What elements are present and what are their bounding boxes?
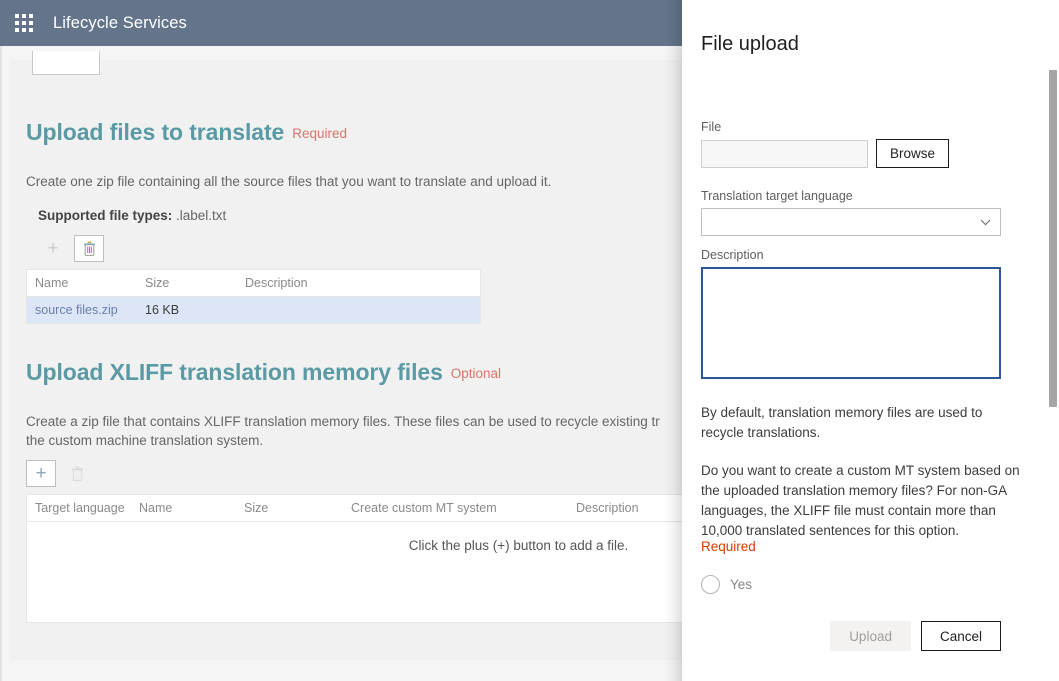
required-indicator: Required	[701, 539, 756, 554]
delete-file-button[interactable]	[74, 235, 104, 263]
grid-header-row: Name Size Description	[27, 270, 480, 298]
description-textarea[interactable]	[701, 267, 1001, 379]
file-field-label: File	[701, 120, 722, 134]
file-field-group: File Browse	[701, 120, 950, 168]
file-upload-panel: File upload File Browse Translation targ…	[682, 0, 1059, 681]
language-field-group: Translation target language	[701, 189, 1001, 236]
grid-source-files: Name Size Description source files.zip 1…	[26, 269, 481, 325]
cell-file-size: 16 KB	[145, 303, 180, 318]
translation-target-language-label: Translation target language	[701, 189, 853, 203]
column-header-size[interactable]: Size	[236, 501, 343, 515]
panel-action-buttons: Upload Cancel	[701, 621, 1001, 651]
app-root: Lifecycle Services Upload files to trans…	[0, 0, 1059, 681]
trash-icon	[83, 241, 95, 257]
radio-label-yes[interactable]: Yes	[730, 577, 752, 592]
add-xliff-file-button[interactable]: +	[26, 460, 56, 488]
column-header-description[interactable]: Description	[237, 276, 437, 290]
browse-button[interactable]: Browse	[876, 139, 950, 168]
delete-xliff-file-button	[62, 460, 92, 487]
section-title-text: Upload XLIFF translation memory files	[26, 359, 443, 385]
trash-icon	[71, 466, 83, 482]
page-scrollbar-thumb[interactable]	[1049, 70, 1057, 407]
cancel-button[interactable]: Cancel	[920, 621, 1001, 651]
description-field-group: Description	[701, 248, 1001, 379]
panel-drop-shadow	[664, 0, 682, 681]
column-header-name[interactable]: Name	[27, 276, 137, 290]
custom-mt-question-paragraph: Do you want to create a custom MT system…	[701, 463, 1020, 538]
table-row[interactable]: source files.zip 16 KB	[27, 297, 480, 324]
column-header-name[interactable]: Name	[131, 501, 236, 515]
translation-target-language-select[interactable]	[701, 208, 1001, 236]
file-path-input[interactable]	[701, 139, 868, 168]
description-field-label: Description	[701, 248, 764, 262]
left-edge-rule	[0, 46, 2, 681]
page-scrollbar-track[interactable]	[1045, 0, 1059, 681]
column-header-target-language[interactable]: Target language	[27, 501, 131, 515]
panel-title: File upload	[701, 33, 799, 55]
default-behaviour-paragraph: By default, translation memory files are…	[701, 405, 983, 440]
section-optional-tag: Optional	[450, 366, 502, 381]
chevron-down-icon	[980, 219, 991, 225]
scrolled-off-button[interactable]	[32, 51, 100, 75]
supported-file-types-value: .label.txt	[176, 208, 227, 224]
app-launcher-grid-icon[interactable]	[15, 14, 33, 32]
supported-file-types-label: Supported file types:	[38, 208, 173, 224]
app-title[interactable]: Lifecycle Services	[53, 14, 187, 33]
section-title-text: Upload files to translate	[26, 119, 285, 145]
plus-icon: +	[47, 238, 59, 260]
column-header-size[interactable]: Size	[137, 276, 237, 290]
section-required-tag: Required	[292, 126, 348, 141]
plus-icon: +	[35, 463, 47, 485]
radio-button-yes[interactable]	[701, 575, 720, 594]
add-file-button: +	[38, 235, 68, 262]
upload-button: Upload	[830, 621, 911, 651]
file-input-row: Browse	[701, 139, 950, 168]
cell-file-name[interactable]: source files.zip	[27, 303, 137, 317]
column-header-create-custom-mt[interactable]: Create custom MT system	[343, 501, 568, 515]
custom-mt-yes-option[interactable]: Yes	[701, 575, 752, 594]
